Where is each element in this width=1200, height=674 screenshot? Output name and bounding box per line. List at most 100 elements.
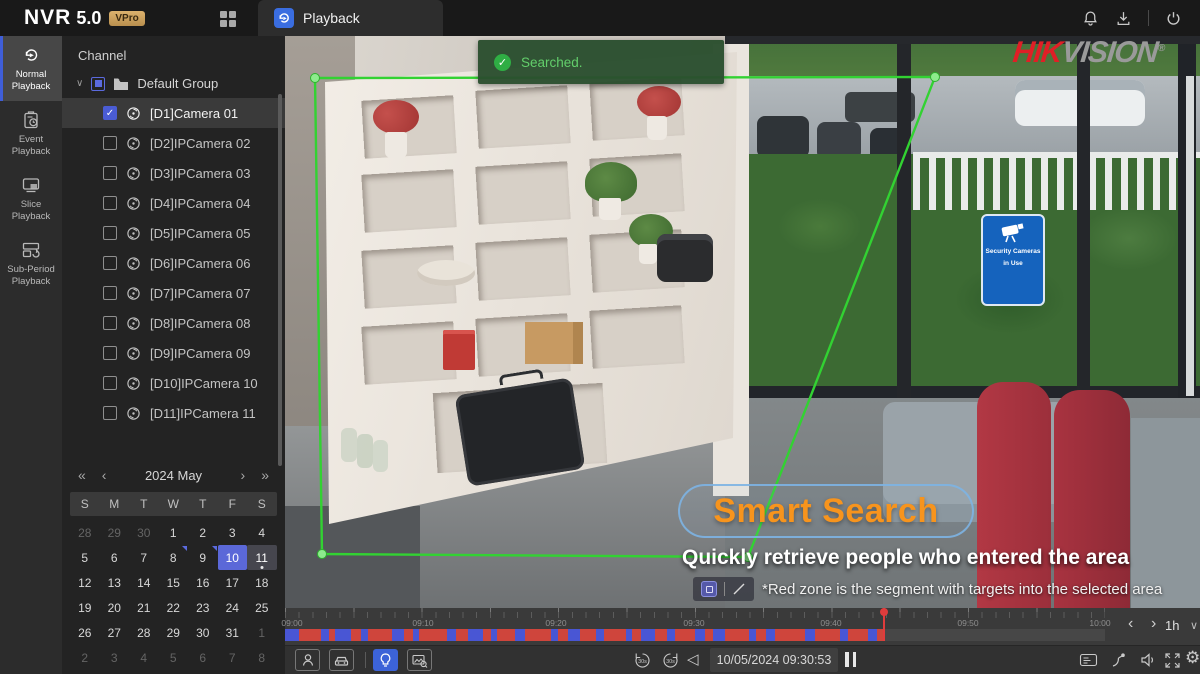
calendar-day-17[interactable]: 17 xyxy=(218,570,248,595)
calendar-day-6[interactable]: 6 xyxy=(100,545,130,570)
channel-checkbox[interactable] xyxy=(103,316,117,330)
sidebar-item-normal-playback[interactable]: Normal Playback xyxy=(0,36,62,101)
channel-group-row[interactable]: ∨ Default Group xyxy=(76,76,218,91)
settings-gear-icon[interactable]: ⚙ xyxy=(1185,648,1200,668)
channel-row[interactable]: [D6]IPCamera 06 xyxy=(62,248,285,278)
calendar-day-26[interactable]: 26 xyxy=(70,620,100,645)
calendar-day-5[interactable]: 5 xyxy=(159,645,189,670)
timeline-scale-select[interactable]: 1h xyxy=(1165,618,1179,633)
group-checkbox[interactable] xyxy=(91,77,105,91)
channel-row[interactable]: [D9]IPCamera 09 xyxy=(62,338,285,368)
fullscreen-icon[interactable] xyxy=(1161,650,1183,670)
calendar-day-30[interactable]: 30 xyxy=(129,520,159,545)
tab-playback[interactable]: Playback xyxy=(258,0,443,36)
download-icon[interactable] xyxy=(1115,10,1132,27)
timeline-prev-icon[interactable]: ‹ xyxy=(1128,615,1133,633)
channel-checkbox[interactable] xyxy=(103,166,117,180)
calendar-day-5[interactable]: 5 xyxy=(70,545,100,570)
calendar-day-8[interactable]: 8 xyxy=(159,545,189,570)
tree-expand-caret-icon[interactable]: ∨ xyxy=(76,78,83,89)
calendar-day-28[interactable]: 28 xyxy=(70,520,100,545)
calendar-day-4[interactable]: 4 xyxy=(129,645,159,670)
rewind-30s-button[interactable]: 30s xyxy=(631,650,653,670)
calendar-day-8[interactable]: 8 xyxy=(247,645,277,670)
calendar-day-14[interactable]: 14 xyxy=(129,570,159,595)
notifications-bell-icon[interactable] xyxy=(1082,10,1099,27)
calendar-day-7[interactable]: 7 xyxy=(129,545,159,570)
channel-row[interactable]: [D2]IPCamera 02 xyxy=(62,128,285,158)
channel-checkbox[interactable] xyxy=(103,136,117,150)
calendar-day-12[interactable]: 12 xyxy=(70,570,100,595)
calendar-day-30[interactable]: 30 xyxy=(188,620,218,645)
calendar-day-21[interactable]: 21 xyxy=(129,595,159,620)
calendar-day-6[interactable]: 6 xyxy=(188,645,218,670)
calendar-day-3[interactable]: 3 xyxy=(100,645,130,670)
pos-overlay-icon[interactable] xyxy=(1077,650,1099,670)
timeline-playhead[interactable] xyxy=(883,608,885,641)
channel-checkbox[interactable]: ✓ xyxy=(103,106,117,120)
channel-row[interactable]: ✓[D1]Camera 01 xyxy=(62,98,285,128)
scale-dropdown-caret-icon[interactable]: ∨ xyxy=(1190,619,1198,632)
volume-icon[interactable] xyxy=(1137,650,1159,670)
channel-row[interactable]: [D10]IPCamera 10 xyxy=(62,368,285,398)
next-year-button[interactable]: » xyxy=(253,467,277,483)
calendar-day-1[interactable]: 1 xyxy=(159,520,189,545)
calendar-day-25[interactable]: 25 xyxy=(247,595,277,620)
channel-row[interactable]: [D3]IPCamera 03 xyxy=(62,158,285,188)
calendar-day-16[interactable]: 16 xyxy=(188,570,218,595)
calendar-day-2[interactable]: 2 xyxy=(70,645,100,670)
calendar-day-4[interactable]: 4 xyxy=(247,520,277,545)
channel-row[interactable]: [D4]IPCamera 04 xyxy=(62,188,285,218)
playback-datetime[interactable]: 10/05/2024 09:30:53 xyxy=(710,648,838,672)
channel-checkbox[interactable] xyxy=(103,346,117,360)
calendar-day-9[interactable]: 9 xyxy=(188,545,218,570)
next-month-button[interactable]: › xyxy=(233,467,254,483)
draw-region-icon[interactable] xyxy=(701,581,717,597)
calendar-day-19[interactable]: 19 xyxy=(70,595,100,620)
prev-year-button[interactable]: « xyxy=(70,467,94,483)
picture-search-button[interactable] xyxy=(407,649,432,671)
calendar-day-7[interactable]: 7 xyxy=(218,645,248,670)
channel-row[interactable]: [D7]IPCamera 07 xyxy=(62,278,285,308)
smart-search-button-active[interactable] xyxy=(373,649,398,671)
main-menu-grid-icon[interactable] xyxy=(220,11,236,27)
tag-icon[interactable] xyxy=(1107,650,1129,670)
calendar-day-15[interactable]: 15 xyxy=(159,570,189,595)
person-search-button[interactable] xyxy=(295,649,320,671)
channel-checkbox[interactable] xyxy=(103,256,117,270)
draw-line-icon[interactable] xyxy=(732,582,746,596)
timeline-next-icon[interactable]: › xyxy=(1151,615,1156,633)
calendar-day-18[interactable]: 18 xyxy=(247,570,277,595)
channel-checkbox[interactable] xyxy=(103,286,117,300)
calendar-day-27[interactable]: 27 xyxy=(100,620,130,645)
reverse-play-button[interactable]: ◁ xyxy=(687,650,699,668)
sidebar-item-event-playback[interactable]: Event Playback xyxy=(0,101,62,166)
video-viewport[interactable]: Security Cameras in Use xyxy=(285,36,1200,608)
pause-button[interactable] xyxy=(845,652,856,667)
calendar-day-1[interactable]: 1 xyxy=(247,620,277,645)
timeline-segments[interactable] xyxy=(285,629,884,641)
calendar-day-2[interactable]: 2 xyxy=(188,520,218,545)
channel-row[interactable]: [D5]IPCamera 05 xyxy=(62,218,285,248)
channel-checkbox[interactable] xyxy=(103,376,117,390)
channel-row[interactable]: [D8]IPCamera 08 xyxy=(62,308,285,338)
sidebar-item-slice-playback[interactable]: Slice Playback xyxy=(0,166,62,231)
calendar-day-10[interactable]: 10 xyxy=(218,545,248,570)
sidebar-item-sub-period-playback[interactable]: Sub-Period Playback xyxy=(0,231,62,296)
power-icon[interactable] xyxy=(1165,10,1182,27)
calendar-day-28[interactable]: 28 xyxy=(129,620,159,645)
channel-checkbox[interactable] xyxy=(103,196,117,210)
calendar-day-24[interactable]: 24 xyxy=(218,595,248,620)
calendar-day-31[interactable]: 31 xyxy=(218,620,248,645)
calendar-day-20[interactable]: 20 xyxy=(100,595,130,620)
calendar-day-29[interactable]: 29 xyxy=(159,620,189,645)
calendar-day-3[interactable]: 3 xyxy=(218,520,248,545)
prev-month-button[interactable]: ‹ xyxy=(94,467,115,483)
vehicle-search-button[interactable] xyxy=(329,649,354,671)
calendar-day-22[interactable]: 22 xyxy=(159,595,189,620)
forward-30s-button[interactable]: 30s xyxy=(659,650,681,670)
channel-checkbox[interactable] xyxy=(103,226,117,240)
calendar-day-29[interactable]: 29 xyxy=(100,520,130,545)
channel-checkbox[interactable] xyxy=(103,406,117,420)
channel-row[interactable]: [D11]IPCamera 11 xyxy=(62,398,285,428)
